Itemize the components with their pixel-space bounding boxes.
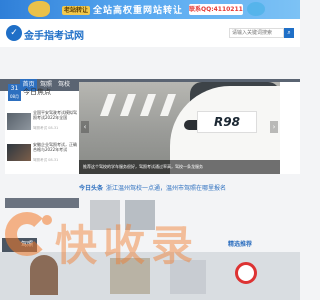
car-plate: R98: [197, 111, 257, 133]
list-item-meta: 驾照考试 08-31: [33, 158, 59, 162]
site-logo-text[interactable]: 金手指考试网: [24, 27, 84, 42]
section-divider: [5, 198, 79, 208]
date-day: 31: [10, 85, 19, 92]
hero-caption[interactable]: 推荐这个驾校的学车服务很好，驾照考试通过率高，驾校一条龙服务: [79, 160, 280, 174]
chevron-right-icon: ›: [272, 123, 276, 131]
date-badge: 31 08月: [8, 84, 21, 101]
speed-sign-icon: [235, 262, 257, 284]
list-item-thumb[interactable]: [7, 144, 31, 161]
list-item-meta: 驾照考试 08-31: [33, 126, 59, 130]
watermark-text: 快收录: [55, 221, 200, 270]
road-marking: [159, 94, 177, 116]
right-sidebar-strip: [280, 82, 300, 174]
banner-contact[interactable]: 联系QQ:411021133: [189, 4, 243, 15]
recommend-tab[interactable]: 精选推荐: [228, 238, 278, 252]
headline-link[interactable]: 浙江温州驾校一点通，温州市驾照在哪里报名: [106, 183, 226, 192]
today-focus-title: 今日焦点: [23, 88, 51, 96]
banner-slogan-text: 全站高权重网站转让: [93, 6, 184, 16]
watermark-dot-icon: [42, 215, 52, 225]
road-marking: [139, 94, 157, 116]
fish-decoration-icon-2: [247, 2, 265, 16]
list-item-thumb[interactable]: [7, 113, 31, 130]
road-marking: [99, 94, 117, 116]
person-photo[interactable]: [30, 255, 58, 295]
banner-tag: 老站转让: [62, 6, 91, 15]
search-button[interactable]: ⌕: [284, 28, 294, 38]
search-input[interactable]: [229, 28, 284, 38]
list-item-title[interactable]: 全国平安驾驶考试模拟驾照考试2022年全国: [33, 110, 79, 120]
fish-decoration-icon: [28, 1, 50, 17]
road-marking: [119, 94, 137, 116]
nav-school[interactable]: 驾校: [56, 79, 72, 91]
logo-icon[interactable]: ✓: [6, 25, 22, 41]
list-item-title[interactable]: 安徽企业驾照考试，正确合格与2022年考试: [33, 142, 79, 152]
slider-prev-button[interactable]: ‹: [81, 121, 89, 133]
headline-label: 今日头条: [79, 185, 104, 192]
date-month: 08月: [9, 94, 20, 99]
search-icon: ⌕: [287, 29, 291, 36]
slider-next-button[interactable]: ›: [270, 121, 278, 133]
chevron-left-icon: ‹: [83, 123, 87, 131]
